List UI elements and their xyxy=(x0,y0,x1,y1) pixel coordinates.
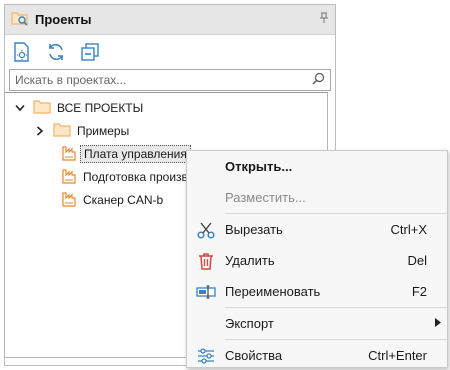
menu-item-delete[interactable]: Удалить Del xyxy=(187,245,447,276)
menu-item-properties-shortcut: Ctrl+Enter xyxy=(368,348,427,363)
menu-item-rename-label: Переименовать xyxy=(225,284,321,299)
refresh-icon xyxy=(49,44,63,60)
menu-item-cut-label: Вырезать xyxy=(225,222,283,237)
menu-item-open-label: Открыть... xyxy=(225,159,293,174)
tree-folder-examples[interactable]: Примеры xyxy=(5,119,327,142)
panel-title: Проекты xyxy=(35,12,92,27)
context-menu: Открыть... Разместить... Вырезать Ctrl+X… xyxy=(186,150,448,368)
collapse-all-button[interactable] xyxy=(80,42,100,62)
project-icon xyxy=(61,144,77,164)
menu-item-place: Разместить... xyxy=(187,182,447,213)
new-project-button[interactable] xyxy=(12,42,32,62)
project-icon xyxy=(61,190,77,210)
menu-item-export[interactable]: Экспорт xyxy=(187,308,447,339)
menu-item-cut[interactable]: Вырезать Ctrl+X xyxy=(187,214,447,245)
tree-project-label: Плата управления xyxy=(80,144,191,163)
chevron-down-icon[interactable] xyxy=(13,104,27,112)
chevron-right-icon[interactable] xyxy=(33,125,47,136)
menu-item-rename[interactable]: Переименовать F2 xyxy=(187,276,447,307)
panel-toolbar xyxy=(5,35,335,69)
menu-item-export-label: Экспорт xyxy=(225,316,274,331)
menu-item-delete-label: Удалить xyxy=(225,253,275,268)
refresh-button[interactable] xyxy=(46,42,66,62)
search-icon[interactable] xyxy=(312,72,325,88)
folder-icon xyxy=(33,99,51,117)
pin-icon[interactable] xyxy=(319,12,329,27)
search-input[interactable] xyxy=(15,73,312,87)
scissors-icon xyxy=(187,221,225,239)
menu-item-place-label: Разместить... xyxy=(225,190,306,205)
trash-icon xyxy=(187,252,225,270)
project-icon xyxy=(61,167,77,187)
tree-root-all-projects[interactable]: ВСЕ ПРОЕКТЫ xyxy=(5,96,327,119)
search-box xyxy=(9,69,331,91)
menu-item-properties-label: Свойства xyxy=(225,348,283,363)
menu-item-delete-shortcut: Del xyxy=(407,253,427,268)
tree-project-label: Сканер CAN-b xyxy=(83,192,164,207)
menu-item-open[interactable]: Открыть... xyxy=(187,151,447,182)
tree-folder-label: Примеры xyxy=(77,123,130,138)
projects-folder-icon xyxy=(11,10,29,29)
collapse-all-icon xyxy=(81,43,99,61)
menu-item-rename-shortcut: F2 xyxy=(411,284,427,299)
menu-item-properties[interactable]: Свойства Ctrl+Enter xyxy=(187,340,447,370)
panel-header: Проекты xyxy=(5,5,335,35)
rename-icon xyxy=(187,284,225,299)
submenu-arrow-icon xyxy=(435,318,441,329)
sliders-icon xyxy=(187,347,225,364)
new-project-icon xyxy=(14,42,29,62)
menu-item-cut-shortcut: Ctrl+X xyxy=(390,222,427,237)
tree-root-label: ВСЕ ПРОЕКТЫ xyxy=(57,100,144,115)
folder-icon xyxy=(53,122,71,140)
